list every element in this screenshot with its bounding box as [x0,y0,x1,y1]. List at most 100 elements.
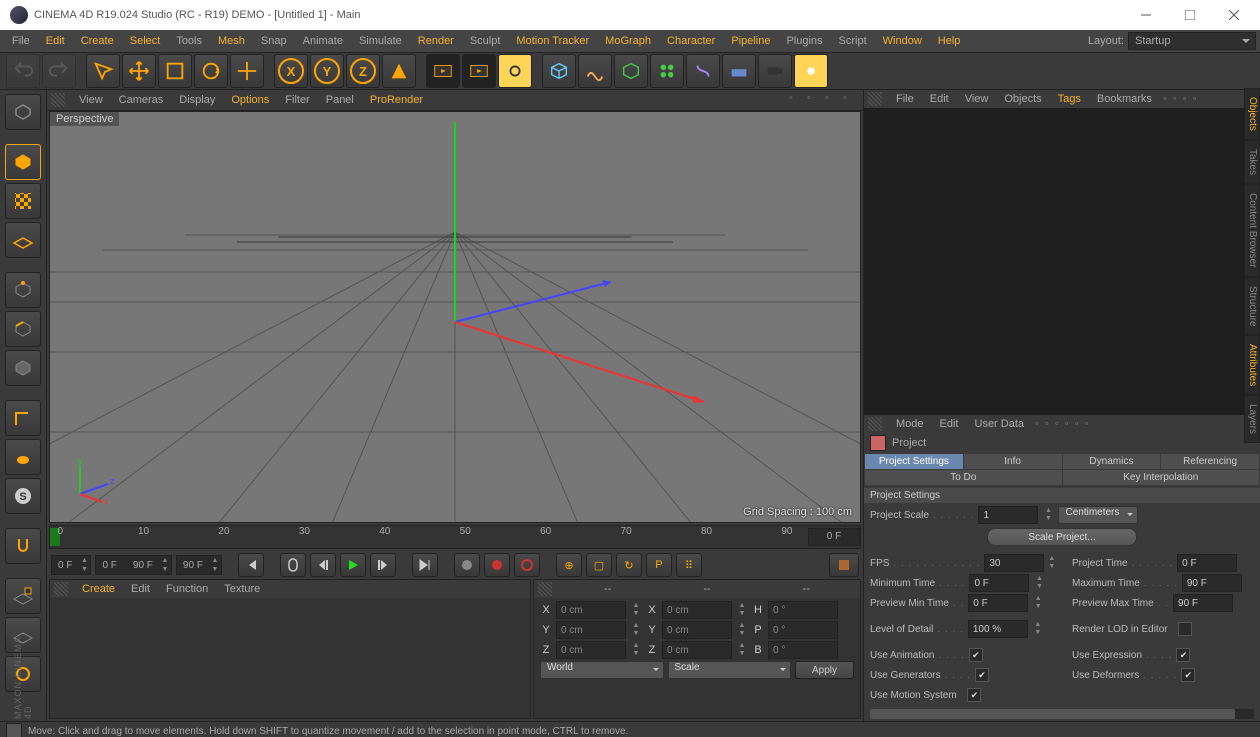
attr-menu-edit[interactable]: Edit [932,418,967,430]
object-menu-view[interactable]: View [957,93,997,105]
play-button[interactable] [340,553,366,577]
nav-layout-icon[interactable]: ◦ [843,92,859,108]
side-tab-content-browser[interactable]: Content Browser [1244,184,1260,276]
coord-y-size[interactable] [662,621,732,639]
menu-motion-tracker[interactable]: Motion Tracker [508,30,597,52]
material-panel-body[interactable] [50,598,530,718]
coord-menu-2[interactable]: -- [757,583,856,595]
prev-frame-button[interactable] [310,553,336,577]
coord-menu-0[interactable]: -- [558,583,657,595]
scale-project-button[interactable]: Scale Project... [987,528,1136,546]
object-menu-objects[interactable]: Objects [996,93,1049,105]
next-frame-button[interactable] [370,553,396,577]
material-menu-create[interactable]: Create [74,583,123,595]
lod-input[interactable] [968,620,1028,638]
viewport-menu-view[interactable]: View [71,94,111,106]
viewport-menu-panel[interactable]: Panel [318,94,362,106]
window-maximize-button[interactable] [1168,0,1212,30]
recent-tool[interactable] [230,54,264,88]
project-scale-input[interactable] [978,506,1038,524]
nav-back-icon[interactable]: ◦ [1032,418,1042,430]
window-minimize-button[interactable] [1124,0,1168,30]
eye-icon[interactable]: ◦ [1180,93,1190,105]
menu-window[interactable]: Window [875,30,930,52]
side-tab-structure[interactable]: Structure [1244,277,1260,336]
viewport-menu-cameras[interactable]: Cameras [111,94,172,106]
tweak-mode-button[interactable] [5,439,41,475]
lod-editor-checkbox[interactable] [1178,622,1192,636]
polygon-mode-button[interactable] [5,350,41,386]
scale-tool[interactable] [158,54,192,88]
record-key-button[interactable] [454,553,480,577]
attr-menu-mode[interactable]: Mode [888,418,932,430]
goto-end-button[interactable] [412,553,438,577]
side-tab-attributes[interactable]: Attributes [1244,335,1260,395]
key-pla-button[interactable]: ⠿ [676,553,702,577]
coord-p-rot[interactable] [768,621,838,639]
render-view-button[interactable] [426,54,460,88]
window-close-button[interactable] [1212,0,1256,30]
side-tab-objects[interactable]: Objects [1244,88,1260,140]
coord-menu-1[interactable]: -- [657,583,756,595]
menu-snap[interactable]: Snap [253,30,295,52]
menu-animate[interactable]: Animate [295,30,351,52]
menu-file[interactable]: File [4,30,38,52]
object-menu-bookmarks[interactable]: Bookmarks [1089,93,1160,105]
viewport-menu-prorender[interactable]: ProRender [362,94,431,106]
lock-icon[interactable]: ◦ [1062,418,1072,430]
pmin-input[interactable] [968,594,1028,612]
menu-create[interactable]: Create [73,30,122,52]
new-icon[interactable]: ◦ [1072,418,1082,430]
viewport[interactable]: Perspective Grid Spacing : 100 cm y z x [49,111,861,523]
project-scale-unit-dropdown[interactable]: Centimeters [1058,506,1138,524]
nav-fwd-icon[interactable]: ◦ [1042,418,1052,430]
nav-rotate-icon[interactable]: ◦ [825,92,841,108]
object-menu-edit[interactable]: Edit [922,93,957,105]
menu-tools[interactable]: Tools [168,30,210,52]
search-icon[interactable]: ◦ [1052,418,1062,430]
side-tab-takes[interactable]: Takes [1244,140,1260,184]
use-def-checkbox[interactable]: ✔ [1181,668,1195,682]
timeline-dope-button[interactable] [829,553,859,577]
grip-icon[interactable] [868,92,882,106]
menu-mograph[interactable]: MoGraph [597,30,659,52]
grip-icon[interactable] [868,417,882,431]
object-manager-body[interactable] [864,108,1260,414]
fps-input[interactable] [984,554,1044,572]
coord-x-size[interactable] [662,601,732,619]
loop-button[interactable] [280,553,306,577]
z-axis-lock[interactable]: Z [346,54,380,88]
min-time-input[interactable] [969,574,1029,592]
coord-y-pos[interactable] [556,621,626,639]
add-generator-button[interactable] [614,54,648,88]
live-select-tool[interactable] [86,54,120,88]
locked-workplane-button[interactable] [5,578,41,614]
add-spline-button[interactable] [578,54,612,88]
model-mode-button[interactable] [5,144,41,180]
render-picture-viewer-button[interactable] [462,54,496,88]
add-light-button[interactable] [794,54,828,88]
add-cube-button[interactable] [542,54,576,88]
viewport-menu-options[interactable]: Options [223,94,277,106]
key-pos-button[interactable]: ⊕ [556,553,582,577]
use-motion-checkbox[interactable]: ✔ [967,688,981,702]
coord-x-pos[interactable] [556,601,626,619]
expand-icon[interactable]: ◦ [1082,418,1092,430]
snap-button[interactable] [5,528,41,564]
range-end-field[interactable]: 90 F▲▼ [176,555,222,575]
menu-sculpt[interactable]: Sculpt [462,30,509,52]
menu-select[interactable]: Select [122,30,169,52]
keyframe-sel-button[interactable] [514,553,540,577]
search-icon[interactable]: ◦ [1160,93,1170,105]
menu-script[interactable]: Script [831,30,875,52]
attr-menu-user-data[interactable]: User Data [967,418,1033,430]
coord-z-size[interactable] [662,641,732,659]
move-tool[interactable] [122,54,156,88]
current-frame-field[interactable]: 0 F [808,528,860,546]
menu-plugins[interactable]: Plugins [778,30,830,52]
use-gen-checkbox[interactable]: ✔ [975,668,989,682]
undo-button[interactable] [6,54,40,88]
nav-move-icon[interactable]: ◦ [789,92,805,108]
expand-icon[interactable]: ◦ [1190,93,1200,105]
viewport-solo-button[interactable]: S [5,478,41,514]
